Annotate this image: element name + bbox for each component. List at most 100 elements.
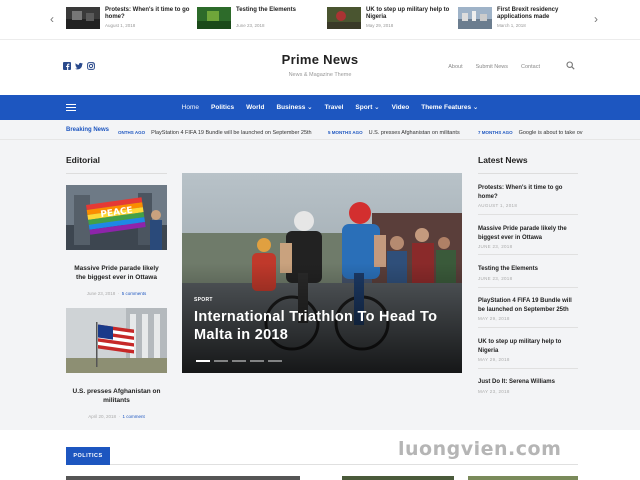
breaking-news-label: Breaking News <box>66 127 110 133</box>
politics-article-image[interactable] <box>342 476 454 480</box>
carousel-item-date: August 1, 2018 <box>105 23 136 28</box>
ticker-item[interactable]: ONTHS AGO PlayStation 4 FIFA 19 Bundle wi… <box>118 120 312 139</box>
featured-slider[interactable]: SPORT International Triathlon To Head To… <box>182 173 462 373</box>
editorial-divider <box>66 173 167 174</box>
header-link-contact[interactable]: Contact <box>521 64 540 70</box>
card-image <box>66 308 167 373</box>
politics-section-tab[interactable]: POLITICS <box>66 447 110 465</box>
slider-dot[interactable] <box>214 360 228 362</box>
card-title[interactable]: U.S. presses Afghanistan on militants <box>66 387 167 405</box>
editorial-card[interactable]: U.S. presses Afghanistan on militants Ap… <box>66 308 167 419</box>
carousel-item-date: June 23, 2018 <box>236 23 265 28</box>
carousel-thumbnail <box>327 7 361 29</box>
card-meta: April 20, 2018 · 1 comment <box>66 414 167 419</box>
ticker-item[interactable]: 5 MONTHS AGO U.S. presses Afghanistan on … <box>328 120 460 139</box>
slider-pagination <box>196 360 282 362</box>
nav-item-world[interactable]: World <box>246 95 264 120</box>
ticker-item-text: U.S. presses Afghanistan on militants <box>368 130 460 136</box>
slider-dot[interactable] <box>268 360 282 362</box>
latest-news-item[interactable]: Massive Pride parade likely the biggest … <box>478 225 578 249</box>
carousel-item[interactable]: Testing the Elements June 23, 2018 <box>197 7 325 33</box>
site-tagline: News & Magazine Theme <box>288 72 352 78</box>
nav-item-theme-features[interactable]: Theme Features ⌄ <box>421 95 478 120</box>
slider-dot[interactable] <box>232 360 246 362</box>
editorial-heading: Editorial <box>66 155 101 165</box>
hero-title[interactable]: International Triathlon To Head To Malta… <box>194 308 454 344</box>
latest-news-title[interactable]: Just Do It: Serena Williams <box>478 378 578 387</box>
latest-news-item[interactable]: PlayStation 4 FIFA 19 Bundle will be lau… <box>478 297 578 321</box>
latest-news-title[interactable]: UK to step up military help to Nigeria <box>478 338 578 355</box>
header-link-submit-news[interactable]: Submit News <box>476 64 508 70</box>
carousel-item-date: March 1, 2018 <box>497 23 526 28</box>
ticker-item-ago: 5 MONTHS AGO <box>328 130 363 135</box>
carousel-item[interactable]: Protests: When's it time to go home? Aug… <box>66 7 194 33</box>
main-navigation: Home Politics World Business ⌄ Travel Sp… <box>0 95 640 120</box>
main-content: Editorial PEACE Massive Pride parade lik… <box>0 140 640 430</box>
latest-divider <box>478 173 578 174</box>
card-comments-link[interactable]: 5 comments <box>122 291 147 296</box>
latest-news-date: MAY 29, 2018 <box>478 357 510 362</box>
carousel-thumbnail <box>197 7 231 29</box>
card-date: April 20, 2018 <box>88 414 116 419</box>
card-image: PEACE <box>66 185 167 250</box>
list-divider <box>478 368 578 369</box>
hero-category[interactable]: SPORT <box>194 297 213 303</box>
brand: Prime News News & Magazine Theme <box>0 52 640 78</box>
nav-items: Home Politics World Business ⌄ Travel Sp… <box>0 95 640 120</box>
latest-news-title[interactable]: Testing the Elements <box>478 265 578 274</box>
latest-news-date: MAY 23, 2018 <box>478 388 510 394</box>
card-meta: June 23, 2018 · 5 comments <box>66 291 167 296</box>
nav-item-travel[interactable]: Travel <box>325 95 344 120</box>
nav-item-sport[interactable]: Sport ⌄ <box>355 95 379 120</box>
card-title[interactable]: Massive Pride parade likely the biggest … <box>66 264 167 282</box>
nav-item-business[interactable]: Business ⌄ <box>276 95 312 120</box>
carousel-item-title: Testing the Elements <box>236 7 296 13</box>
nav-item-politics[interactable]: Politics <box>211 95 234 120</box>
latest-news-date: JUNE 23, 2018 <box>478 275 513 281</box>
search-icon[interactable] <box>566 61 575 70</box>
page: ‹ Protests: When's it time to go home? A… <box>0 0 640 480</box>
politics-article-image[interactable] <box>66 476 300 480</box>
site-title[interactable]: Prime News <box>0 52 640 67</box>
latest-news-date: AUGUST 1, 2018 <box>478 203 518 208</box>
list-divider <box>478 214 578 215</box>
latest-news-item[interactable]: Protests: When's it time to go home? AUG… <box>478 184 578 208</box>
list-divider <box>478 254 578 255</box>
card-date: June 23, 2018 <box>86 291 116 296</box>
site-header: Prime News News & Magazine Theme About S… <box>0 40 640 95</box>
carousel-thumbnail <box>458 7 492 29</box>
carousel-prev-arrow-icon[interactable]: ‹ <box>46 12 58 26</box>
politics-divider <box>110 464 578 465</box>
nav-item-video[interactable]: Video <box>392 95 410 120</box>
list-divider <box>478 287 578 288</box>
ticker-item-ago: 7 MONTHS AGO <box>478 130 513 135</box>
latest-news-title[interactable]: PlayStation 4 FIFA 19 Bundle will be lau… <box>478 297 578 314</box>
carousel-item[interactable]: UK to step up military help to Nigeria M… <box>327 7 455 33</box>
card-comments-link[interactable]: 1 comment <box>123 414 145 419</box>
carousel-item[interactable]: First Brexit residency applications made… <box>458 7 586 33</box>
header-link-about[interactable]: About <box>448 64 462 70</box>
slider-dot[interactable] <box>250 360 264 362</box>
latest-news-title[interactable]: Massive Pride parade likely the biggest … <box>478 225 578 242</box>
carousel-item-title: Protests: When's it time to go home? <box>105 7 190 20</box>
carousel-item-date: May 29, 2018 <box>366 23 394 28</box>
politics-article-image[interactable] <box>468 476 578 480</box>
carousel-item-title: UK to step up military help to Nigeria <box>366 7 450 20</box>
latest-news-item[interactable]: UK to step up military help to Nigeria M… <box>478 338 578 362</box>
latest-news-item[interactable]: Just Do It: Serena Williams MAY 23, 2018 <box>478 378 578 394</box>
latest-news-title[interactable]: Protests: When's it time to go home? <box>478 184 578 201</box>
nav-item-home[interactable]: Home <box>182 95 199 120</box>
latest-news-date: MAY 29, 2018 <box>478 316 510 321</box>
editorial-card[interactable]: PEACE Massive Pride parade likely the bi… <box>66 185 167 296</box>
ticker-item-ago: ONTHS AGO <box>118 130 146 135</box>
ticker-item[interactable]: 7 MONTHS AGO Google is about to take ov <box>478 120 583 139</box>
carousel-item-title: First Brexit residency applications made <box>497 7 559 20</box>
carousel-thumbnail <box>66 7 100 29</box>
ticker-item-text: PlayStation 4 FIFA 19 Bundle will be lau… <box>151 130 312 136</box>
slider-dot[interactable] <box>196 360 210 362</box>
list-divider <box>478 327 578 328</box>
latest-news-item[interactable]: Testing the Elements JUNE 23, 2018 <box>478 265 578 281</box>
breaking-news-ticker: Breaking News ONTHS AGO PlayStation 4 FIF… <box>0 120 640 140</box>
latest-news-heading: Latest News <box>478 155 528 165</box>
carousel-next-arrow-icon[interactable]: › <box>590 12 602 26</box>
